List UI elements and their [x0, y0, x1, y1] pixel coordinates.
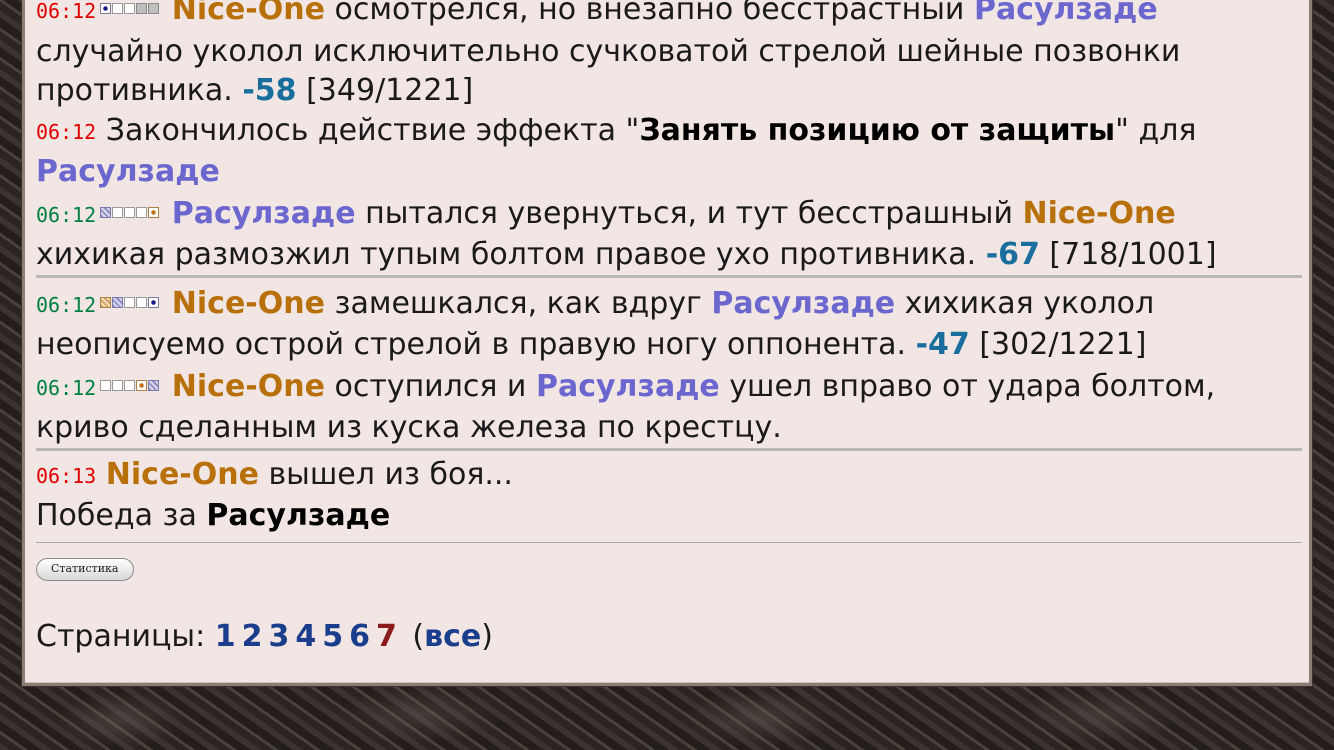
log-time: 06:12 — [36, 202, 97, 227]
log-entry: 06:12 Nice-One оступился и Расулзаде уше… — [36, 365, 1302, 448]
log-time: 06:13 — [36, 463, 97, 488]
log-entry: 06:12 Расулзаде пытался увернуться, и ту… — [36, 192, 1302, 275]
victory-line: Победа за Расулзаде — [36, 498, 391, 533]
hp-value: [718/1001] — [1039, 237, 1217, 272]
turn-separator — [36, 447, 1302, 451]
battle-log: 06:12 Nice-One осмотрелся, но внезапно б… — [36, 0, 1302, 582]
player-link[interactable]: Nice-One — [106, 457, 259, 492]
pagination: Страницы: 1234567 (все) — [36, 619, 493, 654]
strike-zone-icons — [100, 365, 160, 405]
battle-log-panel: 06:12 Nice-One осмотрелся, но внезапно б… — [22, 0, 1312, 686]
player-link[interactable]: Расулзаде — [172, 196, 356, 231]
damage-value: -58 — [242, 73, 297, 108]
page-link-current: 7 — [375, 619, 397, 654]
player-link[interactable]: Nice-One — [172, 0, 325, 27]
log-time: 06:12 — [36, 375, 97, 400]
hp-value: [349/1221] — [296, 73, 474, 108]
player-link[interactable]: Расулзаде — [711, 286, 895, 321]
hp-value: [302/1221] — [969, 327, 1147, 362]
turn-separator — [36, 274, 1302, 278]
log-entry: 06:13 Nice-One вышел из боя... — [36, 456, 513, 492]
log-entry: 06:12 Закончилось действие эффекта "Заня… — [36, 112, 1197, 190]
page-link-3[interactable]: 3 — [268, 619, 289, 654]
log-entry: 06:12 Nice-One осмотрелся, но внезапно б… — [36, 0, 1302, 111]
winner-name: Расулзаде — [206, 498, 391, 533]
page-link-1[interactable]: 1 — [215, 619, 236, 654]
player-link[interactable]: Расулзаде — [36, 154, 220, 189]
player-link[interactable]: Расулзаде — [536, 369, 720, 404]
statistics-button[interactable]: Статистика — [36, 557, 134, 581]
pagination-label: Страницы: — [36, 619, 206, 654]
divider — [36, 541, 1302, 543]
log-time: 06:12 — [36, 119, 97, 144]
page-link-all[interactable]: все — [424, 619, 481, 654]
log-time: 06:12 — [36, 0, 97, 23]
page-link-6[interactable]: 6 — [349, 619, 370, 654]
log-time: 06:12 — [36, 292, 97, 317]
strike-zone-icons — [100, 192, 160, 232]
page-link-4[interactable]: 4 — [295, 619, 316, 654]
damage-value: -47 — [915, 327, 970, 362]
damage-value: -67 — [985, 237, 1040, 272]
page-link-5[interactable]: 5 — [322, 619, 343, 654]
player-link[interactable]: Расулзаде — [974, 0, 1158, 27]
player-link[interactable]: Nice-One — [172, 286, 325, 321]
page-link-2[interactable]: 2 — [242, 619, 263, 654]
effect-name: Занять позицию от защиты — [639, 112, 1116, 148]
log-entry: 06:12 Nice-One замешкался, как вдруг Рас… — [36, 282, 1302, 365]
player-link[interactable]: Nice-One — [172, 369, 325, 404]
player-link[interactable]: Nice-One — [1023, 196, 1176, 231]
strike-zone-icons — [100, 0, 160, 28]
strike-zone-icons — [100, 282, 160, 322]
